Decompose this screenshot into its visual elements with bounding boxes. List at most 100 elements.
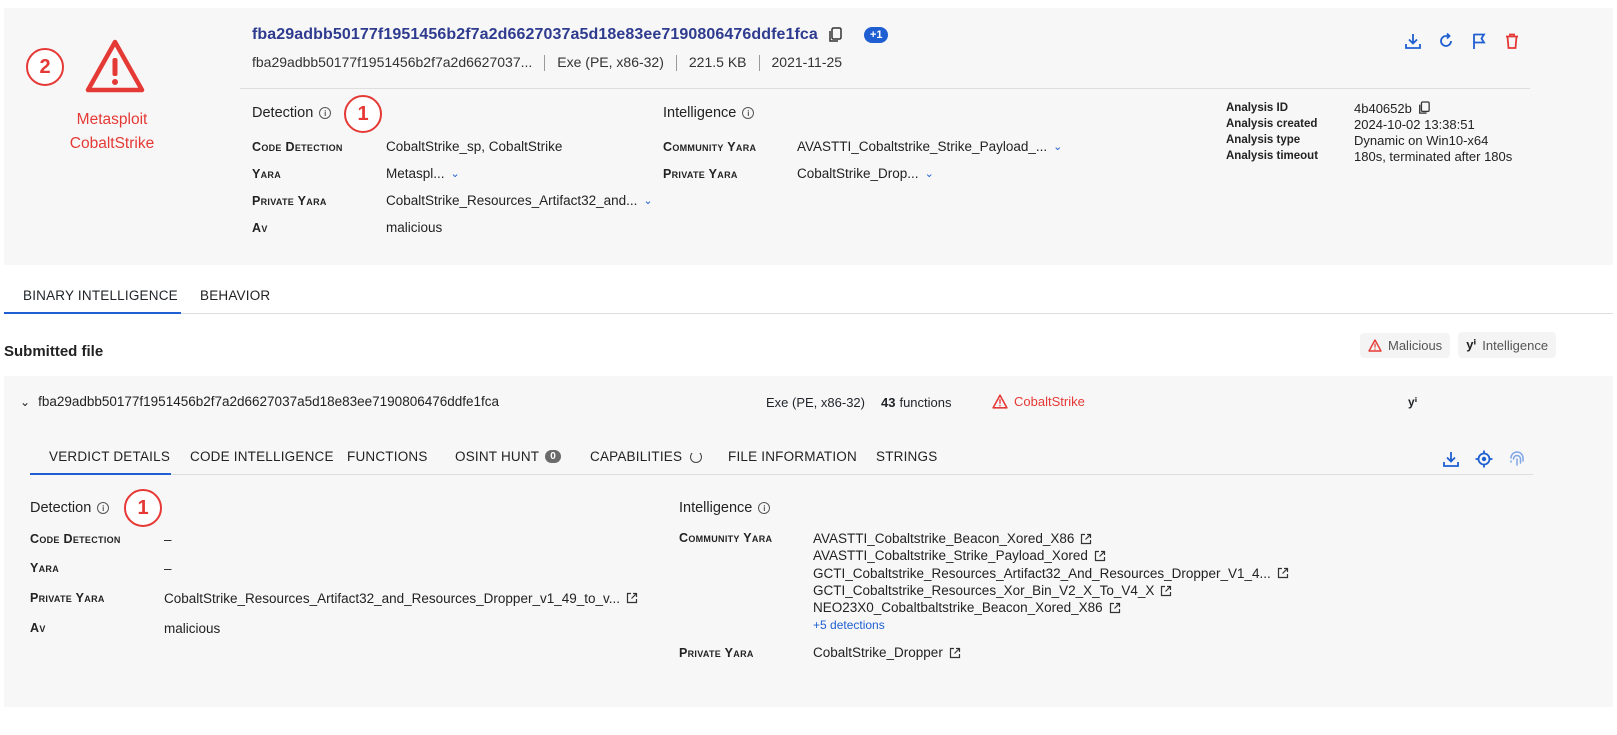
tab-binary-intelligence[interactable]: BINARY INTELLIGENCE: [23, 288, 178, 303]
intelligence-row-value[interactable]: CobaltStrike_Drop... ⌄: [797, 166, 934, 181]
file-verdict-label: CobaltStrike: [1014, 394, 1085, 409]
chevron-down-icon[interactable]: ⌄: [451, 167, 460, 180]
tag-chips: Malicious yⁱ Intelligence: [1360, 332, 1557, 358]
delete-button[interactable]: [1501, 30, 1523, 52]
malicious-chip-label: Malicious: [1388, 337, 1443, 353]
file-type: Exe (PE, x86-32): [766, 395, 865, 410]
header-divider: [240, 88, 1530, 89]
locate-button[interactable]: [1473, 448, 1495, 470]
list-item[interactable]: GCTI_Cobaltstrike_Resources_Xor_Bin_V2_X…: [813, 582, 1289, 599]
file-detection-list: Code Detection – Yara – Private Yara Cob…: [30, 525, 638, 643]
external-link-icon[interactable]: [1160, 585, 1172, 597]
intelligence-chip[interactable]: yⁱ Intelligence: [1458, 332, 1557, 358]
external-link-icon[interactable]: [1109, 602, 1121, 614]
copy-icon[interactable]: [1418, 101, 1430, 115]
warning-icon: [992, 394, 1008, 409]
analysis-value: 2024-10-02 13:38:51: [1354, 116, 1475, 132]
list-item[interactable]: GCTI_Cobaltstrike_Resources_Artifact32_A…: [813, 565, 1289, 582]
file-row-header[interactable]: ⌄ fba29adbb50177f1951456b2f7a2d6627037a5…: [20, 394, 499, 409]
report-button[interactable]: [1468, 30, 1490, 52]
chevron-down-icon[interactable]: ⌄: [925, 167, 934, 180]
active-subtab-indicator: [30, 473, 171, 475]
tab-osint-hunt[interactable]: OSINT HUNT 0: [455, 449, 561, 464]
analysis-row: Analysis created 2024-10-02 13:38:51: [1226, 116, 1512, 132]
copy-icon[interactable]: [828, 27, 842, 43]
tab-strings[interactable]: STRINGS: [876, 449, 937, 464]
warning-icon: [1368, 338, 1382, 352]
external-link-icon[interactable]: [626, 592, 638, 604]
info-icon[interactable]: i: [758, 502, 771, 514]
external-link-icon[interactable]: [1080, 533, 1092, 545]
detection-row: Yara Metaspl... ⌄: [252, 160, 653, 187]
more-detections-link[interactable]: +5 detections: [813, 618, 1289, 632]
detection-row-value[interactable]: CobaltStrike_Resources_Artifact32_and...…: [386, 193, 653, 208]
detection-title: Detection: [252, 105, 314, 121]
intelligence-section-title: Intelligence i: [663, 105, 755, 121]
intelligence-row-label: Private Yara: [663, 166, 738, 181]
file-type: Exe (PE, x86-32): [557, 54, 664, 70]
private-yara-label: Private Yara: [679, 646, 754, 660]
external-link-icon[interactable]: [1277, 567, 1289, 579]
detection-row-label: Av: [30, 621, 46, 635]
tabs-divider: [181, 313, 1613, 314]
detection-row: Private Yara CobaltStrike_Resources_Arti…: [252, 187, 653, 214]
chevron-down-icon[interactable]: ⌄: [20, 395, 30, 409]
detection-row-label: Code Detection: [252, 139, 343, 154]
info-icon[interactable]: i: [742, 107, 755, 119]
detection-row: Code Detection CobaltStrike_sp, CobaltSt…: [252, 133, 653, 160]
detection-row-value: CobaltStrike_sp, CobaltStrike: [386, 139, 563, 154]
tab-capabilities[interactable]: CAPABILITIES: [590, 449, 703, 464]
tab-verdict-details[interactable]: VERDICT DETAILS: [49, 449, 170, 464]
detection-row-value: –: [164, 560, 172, 576]
download-button[interactable]: [1402, 30, 1424, 52]
tab-osint-label: OSINT HUNT: [455, 449, 540, 464]
list-item[interactable]: NEO23X0_Cobaltbaltstrike_Beacon_Xored_X8…: [813, 599, 1289, 616]
file-hash: fba29adbb50177f1951456b2f7a2d6627037a5d1…: [38, 394, 500, 409]
analysis-label: Analysis type: [1226, 134, 1301, 146]
analysis-label: Analysis timeout: [1226, 150, 1319, 162]
detection-row: Yara –: [30, 553, 638, 583]
tab-behavior[interactable]: BEHAVIOR: [200, 288, 270, 303]
chevron-down-icon[interactable]: ⌄: [643, 194, 652, 207]
list-item[interactable]: AVASTTI_Cobaltstrike_Beacon_Xored_X86: [813, 530, 1289, 547]
file-hash-title[interactable]: fba29adbb50177f1951456b2f7a2d6627037a5d1…: [252, 26, 818, 44]
intelligence-title: Intelligence: [663, 105, 737, 121]
analysis-row: Analysis ID 4b40652b: [1226, 100, 1512, 116]
intelligence-title: Intelligence: [679, 500, 753, 516]
flag-icon: [1473, 33, 1486, 49]
private-yara-value[interactable]: CobaltStrike_Dropper: [813, 645, 961, 660]
tab-file-information[interactable]: FILE INFORMATION: [728, 449, 857, 464]
external-link-icon[interactable]: [1094, 550, 1106, 562]
file-meta-row: fba29adbb50177f1951456b2f7a2d6627037... E…: [252, 54, 842, 72]
reanalyze-button[interactable]: [1435, 30, 1457, 52]
tab-capabilities-label: CAPABILITIES: [590, 449, 683, 464]
target-icon: [1475, 450, 1493, 468]
functions-count: 43 functions: [881, 395, 952, 410]
download-file-button[interactable]: [1440, 448, 1462, 470]
tab-functions[interactable]: FUNCTIONS: [347, 449, 428, 464]
intelligence-row-value[interactable]: AVASTTI_Cobaltstrike_Strike_Payload_... ⌄: [797, 139, 1062, 154]
detection-row-value[interactable]: Metaspl... ⌄: [386, 166, 460, 181]
community-yara-label: Community Yara: [679, 531, 773, 545]
analysis-value: 180s, terminated after 180s: [1354, 148, 1513, 164]
info-icon[interactable]: i: [319, 107, 332, 119]
community-yara-list: AVASTTI_Cobaltstrike_Beacon_Xored_X86 AV…: [813, 530, 1289, 632]
info-icon[interactable]: i: [97, 502, 110, 514]
fingerprint-icon: [1510, 451, 1524, 466]
file-size: 221.5 KB: [688, 54, 747, 70]
chevron-down-icon[interactable]: ⌄: [1053, 140, 1062, 153]
verdict-label: CobaltStrike: [69, 135, 155, 152]
tab-code-intelligence[interactable]: CODE INTELLIGENCE: [190, 449, 334, 464]
external-link-icon[interactable]: [949, 647, 961, 659]
list-item[interactable]: AVASTTI_Cobaltstrike_Strike_Payload_Xore…: [813, 547, 1289, 564]
more-hashes-badge[interactable]: +1: [863, 27, 889, 43]
osint-count-badge: 0: [545, 450, 561, 463]
detection-row-value[interactable]: CobaltStrike_Resources_Artifact32_and_Re…: [164, 591, 638, 606]
detection-row-value: malicious: [164, 620, 221, 636]
detection-row-label: Private Yara: [252, 193, 327, 208]
intelligence-section-title: Intelligence i: [679, 500, 771, 516]
detection-row-label: Code Detection: [30, 532, 121, 546]
malicious-chip[interactable]: Malicious: [1360, 332, 1451, 358]
fingerprint-button[interactable]: [1506, 448, 1528, 470]
warning-icon: [85, 39, 145, 93]
